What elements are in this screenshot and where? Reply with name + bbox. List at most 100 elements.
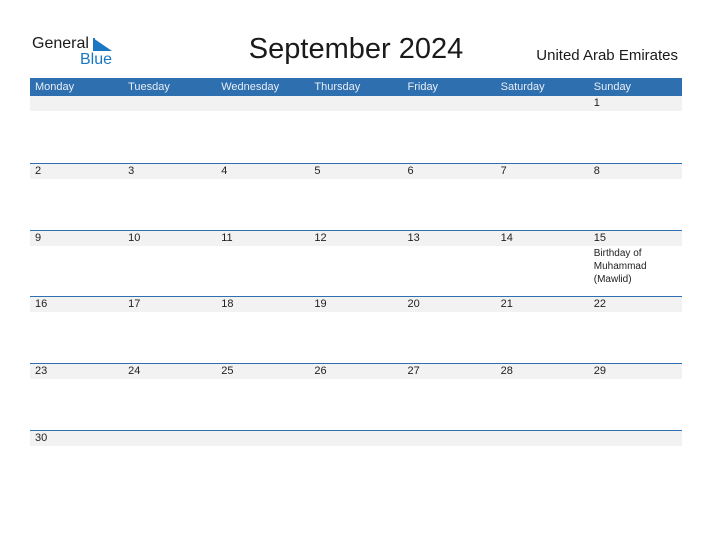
day-number bbox=[403, 431, 496, 446]
holiday-event bbox=[496, 379, 589, 380]
day-number: 23 bbox=[35, 365, 48, 378]
day-number bbox=[123, 431, 216, 446]
day-number bbox=[403, 96, 496, 111]
day-number: 21 bbox=[500, 298, 513, 311]
day-number bbox=[30, 96, 123, 111]
holiday-event bbox=[496, 312, 589, 313]
holiday-event bbox=[496, 111, 589, 112]
holiday-event bbox=[123, 312, 216, 313]
day-number: 24 bbox=[128, 365, 141, 378]
day-number: 7 bbox=[500, 164, 507, 177]
holiday-event bbox=[123, 446, 216, 447]
holiday-event bbox=[403, 111, 496, 112]
week-row: 2 3 4 5 6 7 8 bbox=[30, 162, 682, 230]
weekday-label: Thursday bbox=[314, 81, 361, 93]
holiday-event bbox=[30, 246, 123, 286]
day-number: 3 bbox=[128, 164, 135, 177]
day-number bbox=[216, 96, 309, 111]
day-number: 20 bbox=[407, 298, 420, 311]
day-number: 28 bbox=[500, 365, 513, 378]
day-number: 14 bbox=[500, 231, 513, 244]
holiday-event bbox=[309, 111, 402, 112]
day-number: 10 bbox=[128, 231, 141, 244]
day-number: 9 bbox=[35, 231, 42, 244]
holiday-event bbox=[403, 446, 496, 447]
holiday-event bbox=[309, 379, 402, 380]
events-row bbox=[30, 179, 682, 180]
weekday-label: Sunday bbox=[593, 81, 632, 93]
holiday-event bbox=[589, 312, 682, 313]
holiday-event bbox=[589, 379, 682, 380]
date-strip: 9 10 11 12 13 14 15 bbox=[30, 230, 682, 246]
holiday-event bbox=[309, 446, 402, 447]
holiday-event bbox=[496, 179, 589, 180]
holiday-event bbox=[589, 179, 682, 180]
holiday-event bbox=[30, 379, 123, 380]
day-number: 13 bbox=[407, 231, 420, 244]
holiday-event: Birthday of Muhammad (Mawlid) bbox=[593, 247, 647, 285]
holiday-event bbox=[403, 179, 496, 180]
calendar-grid: Monday Tuesday Wednesday Thursday Friday… bbox=[30, 78, 682, 497]
date-strip: 16 17 18 19 20 21 22 bbox=[30, 297, 682, 313]
day-number: 5 bbox=[314, 164, 321, 177]
events-row bbox=[30, 446, 682, 447]
events-row bbox=[30, 312, 682, 313]
weekday-label: Friday bbox=[407, 81, 439, 93]
day-number bbox=[309, 431, 402, 446]
day-number: 25 bbox=[221, 365, 234, 378]
holiday-event bbox=[216, 379, 309, 380]
day-number: 19 bbox=[314, 298, 327, 311]
day-number: 30 bbox=[35, 431, 48, 444]
day-number: 12 bbox=[314, 231, 327, 244]
holiday-event bbox=[123, 246, 216, 286]
day-number: 4 bbox=[221, 164, 228, 177]
week-row: 16 17 18 19 20 21 22 bbox=[30, 296, 682, 363]
date-strip: 23 24 25 26 27 28 29 bbox=[30, 364, 682, 380]
day-number bbox=[589, 431, 682, 446]
weekday-label: Saturday bbox=[500, 81, 545, 93]
events-row: Birthday of Muhammad (Mawlid) bbox=[30, 246, 682, 286]
day-number: 6 bbox=[407, 164, 414, 177]
day-number: 2 bbox=[35, 164, 42, 177]
holiday-event bbox=[30, 312, 123, 313]
holiday-event bbox=[123, 111, 216, 112]
holiday-event bbox=[216, 446, 309, 447]
events-row bbox=[30, 111, 682, 112]
day-number: 11 bbox=[221, 231, 233, 244]
holiday-event bbox=[496, 446, 589, 447]
holiday-event bbox=[496, 246, 589, 286]
weekday-label: Monday bbox=[35, 81, 75, 93]
country-label: United Arab Emirates bbox=[536, 47, 678, 64]
holiday-event bbox=[216, 246, 309, 286]
day-number: 18 bbox=[221, 298, 234, 311]
week-row: 9 10 11 12 13 14 15 Birthday of Muhammad (Mawli… bbox=[30, 229, 682, 297]
day-number: 17 bbox=[128, 298, 141, 311]
events-row bbox=[30, 379, 682, 380]
day-number: 1 bbox=[593, 97, 600, 109]
date-strip: 1 bbox=[30, 96, 682, 111]
holiday-event bbox=[123, 179, 216, 180]
day-number bbox=[309, 96, 402, 111]
holiday-event bbox=[216, 111, 309, 112]
day-number: 15 bbox=[593, 231, 606, 244]
day-number: 8 bbox=[593, 164, 600, 177]
weekday-header: Monday Tuesday Wednesday Thursday Friday… bbox=[30, 78, 682, 96]
day-number: 29 bbox=[593, 365, 606, 378]
weekday-label: Wednesday bbox=[221, 81, 280, 93]
weekday-label: Tuesday bbox=[128, 81, 170, 93]
holiday-event bbox=[589, 446, 682, 447]
week-row: 23 24 25 26 27 28 29 bbox=[30, 363, 682, 430]
week-row: 30 bbox=[30, 429, 682, 497]
holiday-event bbox=[216, 179, 309, 180]
day-number: 22 bbox=[593, 298, 606, 311]
day-number bbox=[123, 96, 216, 111]
date-strip: 30 bbox=[30, 430, 682, 446]
day-number bbox=[216, 431, 309, 446]
holiday-event bbox=[403, 246, 496, 286]
holiday-event bbox=[30, 111, 123, 112]
holiday-event bbox=[403, 379, 496, 380]
holiday-event bbox=[30, 179, 123, 180]
holiday-event bbox=[309, 312, 402, 313]
week-row: 1 bbox=[30, 96, 682, 163]
day-number: 26 bbox=[314, 365, 327, 378]
